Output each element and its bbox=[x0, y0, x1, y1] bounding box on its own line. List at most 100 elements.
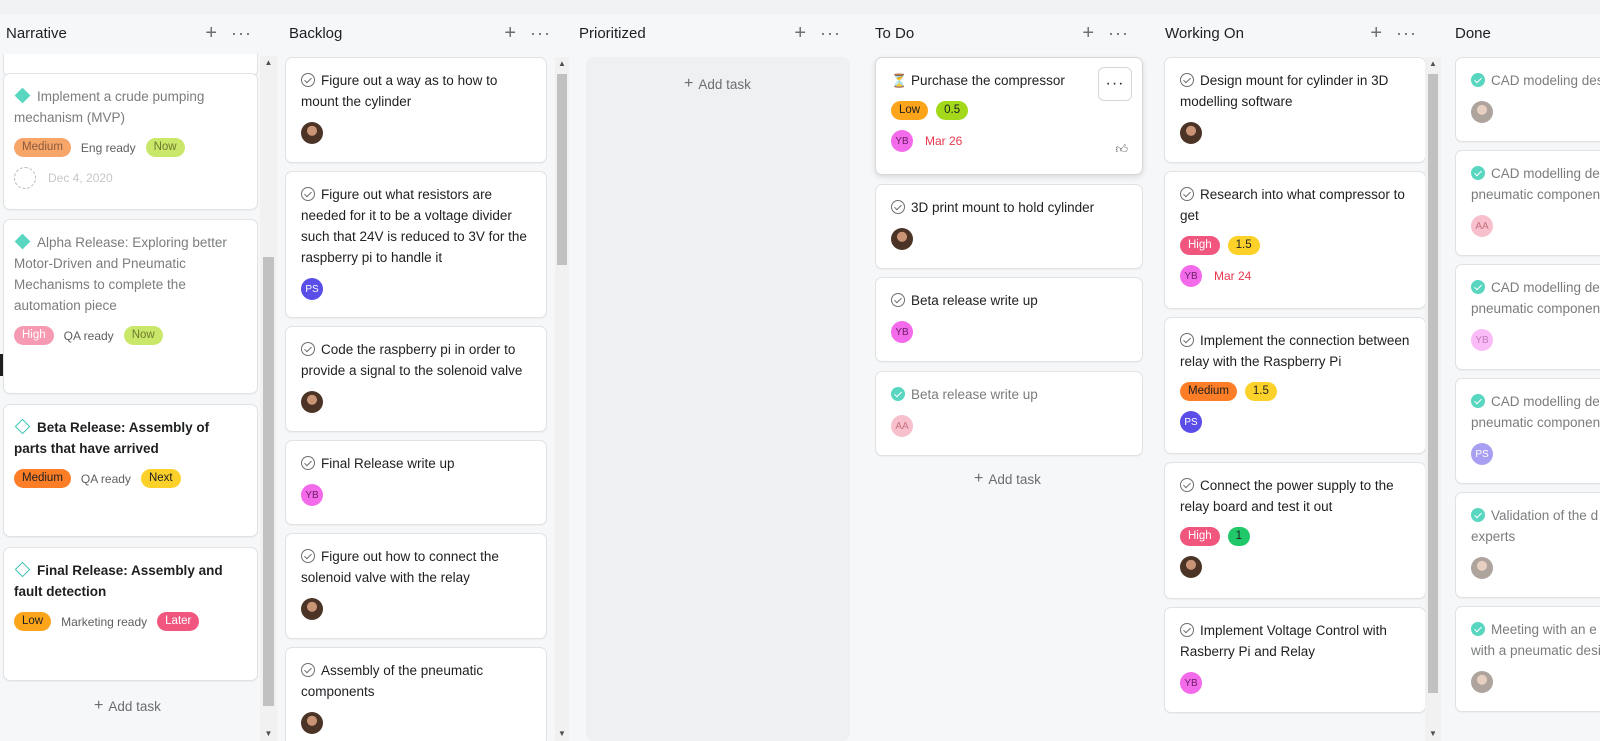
narrative-card[interactable]: Beta Release: Assembly of parts that hav… bbox=[3, 404, 258, 537]
avatar[interactable] bbox=[1471, 101, 1493, 123]
avatar[interactable] bbox=[301, 598, 323, 620]
checkmark-icon[interactable] bbox=[1471, 508, 1485, 522]
avatar[interactable]: YB bbox=[1471, 329, 1493, 351]
checkmark-icon[interactable] bbox=[1471, 166, 1485, 180]
narrative-card[interactable]: Final Release: Assembly and fault detect… bbox=[3, 547, 258, 681]
avatar[interactable]: PS bbox=[1180, 411, 1202, 433]
scrollbar[interactable]: ▲ ▼ bbox=[260, 56, 277, 741]
checkmark-icon[interactable] bbox=[301, 456, 315, 470]
task-card[interactable]: ⏳ Purchase the compressor Low 0.5 YB Mar … bbox=[875, 57, 1143, 175]
card-title: 3D print mount to hold cylinder bbox=[911, 200, 1095, 215]
checkmark-icon[interactable] bbox=[1180, 623, 1194, 637]
checkmark-icon[interactable] bbox=[1471, 394, 1485, 408]
checkmark-icon[interactable] bbox=[1471, 73, 1485, 87]
scroll-thumb[interactable] bbox=[263, 257, 274, 706]
avatar[interactable]: YB bbox=[1180, 265, 1202, 287]
task-card[interactable]: Figure out what resistors are needed for… bbox=[285, 171, 547, 318]
unassigned-avatar-icon[interactable] bbox=[14, 167, 36, 189]
more-horizontal-icon[interactable]: ··· bbox=[820, 24, 841, 42]
avatar[interactable]: AA bbox=[891, 415, 913, 437]
task-card[interactable]: Connect the power supply to the relay bo… bbox=[1164, 462, 1426, 599]
scroll-thumb[interactable] bbox=[557, 74, 567, 265]
checkmark-icon[interactable] bbox=[1180, 478, 1194, 492]
checkmark-icon[interactable] bbox=[1180, 187, 1194, 201]
avatar[interactable]: YB bbox=[1180, 672, 1202, 694]
scrollbar[interactable]: ▲ ▼ bbox=[555, 57, 569, 741]
add-task-button[interactable]: + Add task bbox=[94, 698, 161, 714]
checkmark-icon[interactable] bbox=[1471, 622, 1485, 636]
plus-icon[interactable]: + bbox=[794, 23, 806, 43]
more-horizontal-icon[interactable]: ··· bbox=[231, 24, 252, 42]
task-card[interactable]: Assembly of the pneumatic components bbox=[285, 647, 547, 741]
card-title: Assembly of the pneumatic components bbox=[301, 663, 484, 699]
avatar[interactable] bbox=[891, 228, 913, 250]
plus-icon[interactable]: + bbox=[205, 23, 217, 43]
avatar[interactable]: YB bbox=[301, 484, 323, 506]
checkmark-icon[interactable] bbox=[1471, 280, 1485, 294]
task-card[interactable]: CAD modelling de pneumatic componen PS bbox=[1455, 378, 1600, 484]
avatar[interactable]: PS bbox=[301, 278, 323, 300]
avatar[interactable]: PS bbox=[1471, 443, 1493, 465]
points-tag: 1 bbox=[1227, 527, 1251, 546]
task-card[interactable]: Beta release write up AA bbox=[875, 371, 1143, 456]
task-card[interactable]: 3D print mount to hold cylinder bbox=[875, 184, 1143, 269]
scroll-up-arrow-icon[interactable]: ▲ bbox=[555, 57, 569, 71]
plus-icon[interactable]: + bbox=[1370, 23, 1382, 43]
more-horizontal-icon[interactable]: ··· bbox=[1396, 24, 1417, 42]
avatar[interactable]: YB bbox=[891, 321, 913, 343]
thumbs-up-icon[interactable]: 👍︎ bbox=[1115, 142, 1128, 157]
task-card[interactable]: Figure out how to connect the solenoid v… bbox=[285, 533, 547, 639]
task-card[interactable]: Meeting with an e with a pneumatic desi bbox=[1455, 606, 1600, 712]
avatar[interactable] bbox=[1471, 557, 1493, 579]
avatar[interactable]: YB bbox=[891, 130, 913, 152]
checkmark-icon[interactable] bbox=[891, 387, 905, 401]
plus-icon[interactable]: + bbox=[504, 23, 516, 43]
add-task-button[interactable]: + Add task bbox=[684, 76, 751, 92]
task-card[interactable]: Final Release write up YB bbox=[285, 440, 547, 525]
scroll-up-arrow-icon[interactable]: ▲ bbox=[1425, 57, 1441, 71]
task-card[interactable]: CAD modelling de pneumatic componen YB bbox=[1455, 264, 1600, 370]
checkmark-icon[interactable] bbox=[1180, 333, 1194, 347]
more-horizontal-icon[interactable]: ··· bbox=[530, 24, 551, 42]
avatar[interactable] bbox=[1180, 556, 1202, 578]
add-task-button[interactable]: + Add task bbox=[974, 471, 1041, 487]
checkmark-icon[interactable] bbox=[891, 200, 905, 214]
avatar[interactable]: AA bbox=[1471, 215, 1493, 237]
checkmark-icon[interactable] bbox=[301, 342, 315, 356]
checkmark-icon[interactable] bbox=[891, 293, 905, 307]
checkmark-icon[interactable] bbox=[1180, 73, 1194, 87]
scroll-down-arrow-icon[interactable]: ▼ bbox=[260, 727, 277, 741]
avatar[interactable] bbox=[1471, 671, 1493, 693]
task-card[interactable]: Design mount for cylinder in 3D modellin… bbox=[1164, 57, 1426, 163]
task-card[interactable]: Validation of the d experts bbox=[1455, 492, 1600, 598]
priority-tag: Low bbox=[14, 612, 52, 631]
avatar[interactable] bbox=[301, 391, 323, 413]
checkmark-icon[interactable] bbox=[301, 73, 315, 87]
task-card[interactable]: Implement Voltage Control with Rasberry … bbox=[1164, 607, 1426, 713]
task-card[interactable]: Figure out a way as to how to mount the … bbox=[285, 57, 547, 163]
checkmark-icon[interactable] bbox=[301, 187, 315, 201]
task-card[interactable]: Code the raspberry pi in order to provid… bbox=[285, 326, 547, 432]
scroll-thumb[interactable] bbox=[1428, 74, 1438, 693]
more-horizontal-icon[interactable]: ··· bbox=[1108, 24, 1129, 42]
scroll-down-arrow-icon[interactable]: ▼ bbox=[555, 727, 569, 741]
scroll-up-arrow-icon[interactable]: ▲ bbox=[260, 56, 277, 70]
narrative-card[interactable]: Implement a crude pumping mechanism (MVP… bbox=[3, 73, 258, 210]
task-card[interactable]: Research into what compressor to get Hig… bbox=[1164, 171, 1426, 309]
narrative-card[interactable]: Alpha Release: Exploring better Motor-Dr… bbox=[3, 219, 258, 394]
scroll-down-arrow-icon[interactable]: ▼ bbox=[1425, 727, 1441, 741]
task-card[interactable]: CAD modelling de pneumatic componen AA bbox=[1455, 150, 1600, 256]
plus-icon[interactable]: + bbox=[1082, 23, 1094, 43]
task-card[interactable]: Beta release write up YB bbox=[875, 277, 1143, 362]
task-card[interactable]: CAD modeling des bbox=[1455, 57, 1600, 142]
card-title: CAD modelling de pneumatic componen bbox=[1471, 280, 1600, 316]
avatar[interactable] bbox=[1180, 122, 1202, 144]
checkmark-icon[interactable] bbox=[301, 663, 315, 677]
scrollbar[interactable]: ▲ ▼ bbox=[1425, 57, 1441, 741]
avatar[interactable] bbox=[301, 122, 323, 144]
task-card[interactable]: Implement the connection between relay w… bbox=[1164, 317, 1426, 454]
avatar[interactable] bbox=[301, 712, 323, 734]
card-title: CAD modelling de pneumatic componen bbox=[1471, 166, 1600, 202]
checkmark-icon[interactable] bbox=[301, 549, 315, 563]
more-horizontal-icon[interactable]: ··· bbox=[1098, 67, 1132, 101]
